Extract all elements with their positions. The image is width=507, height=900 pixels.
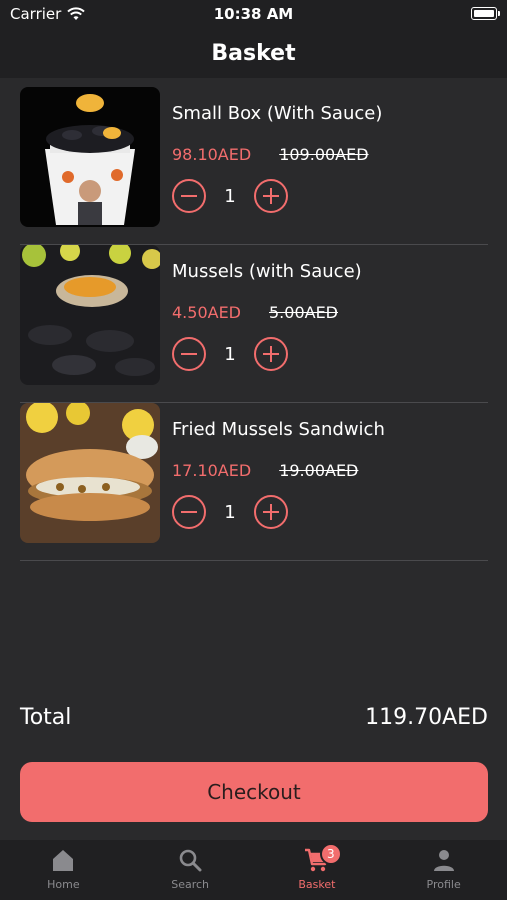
increase-quantity-button[interactable] bbox=[254, 179, 288, 213]
checkout-button[interactable]: Checkout bbox=[20, 762, 488, 822]
search-icon bbox=[179, 849, 202, 872]
total-value: 119.70AED bbox=[365, 705, 488, 730]
tab-label: Search bbox=[171, 878, 210, 891]
tab-basket[interactable]: 3 Basket bbox=[254, 840, 381, 900]
person-icon bbox=[433, 850, 454, 871]
decrease-quantity-button[interactable] bbox=[172, 337, 206, 371]
tab-bar: Home Search 3 Basket Profile bbox=[0, 840, 507, 900]
increase-quantity-button[interactable] bbox=[254, 495, 288, 529]
home-icon bbox=[53, 850, 74, 871]
tab-label: Home bbox=[47, 878, 80, 891]
item-original-price: 5.00AED bbox=[269, 303, 338, 322]
tab-profile[interactable]: Profile bbox=[380, 840, 507, 900]
item-price: 98.10AED bbox=[172, 145, 252, 164]
item-name: Mussels (with Sauce) bbox=[172, 261, 362, 282]
quantity-stepper: 1 bbox=[172, 495, 288, 529]
item-image-mussels bbox=[20, 245, 160, 385]
item-price: 17.10AED bbox=[172, 461, 252, 480]
cart-count-badge: 3 bbox=[319, 843, 342, 865]
status-time: 10:38 AM bbox=[213, 5, 294, 23]
quantity-stepper: 1 bbox=[172, 179, 288, 213]
basket-item: Small Box (With Sauce) 98.10AED 109.00AE… bbox=[20, 87, 488, 245]
total-row: Total 119.70AED bbox=[20, 705, 488, 730]
item-price: 4.50AED bbox=[172, 303, 241, 322]
tab-home[interactable]: Home bbox=[0, 840, 127, 900]
basket-list: Small Box (With Sauce) 98.10AED 109.00AE… bbox=[20, 87, 488, 561]
item-prices: 17.10AED 19.00AED bbox=[172, 461, 358, 480]
quantity-stepper: 1 bbox=[172, 337, 288, 371]
decrease-quantity-button[interactable] bbox=[172, 495, 206, 529]
item-original-price: 109.00AED bbox=[279, 145, 369, 164]
decrease-quantity-button[interactable] bbox=[172, 179, 206, 213]
item-image-sandwich bbox=[20, 403, 160, 543]
tab-search[interactable]: Search bbox=[127, 840, 254, 900]
increase-quantity-button[interactable] bbox=[254, 337, 288, 371]
tab-label: Profile bbox=[426, 878, 461, 891]
quantity-value: 1 bbox=[224, 343, 236, 365]
checkout-label: Checkout bbox=[207, 780, 301, 804]
item-prices: 4.50AED 5.00AED bbox=[172, 303, 338, 322]
item-prices: 98.10AED 109.00AED bbox=[172, 145, 369, 164]
item-original-price: 19.00AED bbox=[279, 461, 359, 480]
nav-bar: Basket bbox=[0, 28, 507, 78]
item-name: Fried Mussels Sandwich bbox=[172, 419, 385, 440]
quantity-value: 1 bbox=[224, 501, 236, 523]
total-label: Total bbox=[20, 705, 72, 730]
basket-item: Mussels (with Sauce) 4.50AED 5.00AED 1 bbox=[20, 245, 488, 403]
page-title: Basket bbox=[211, 40, 296, 66]
tab-label: Basket bbox=[298, 878, 336, 891]
status-bar: Carrier 10:38 AM bbox=[0, 0, 507, 28]
battery-icon bbox=[471, 7, 500, 20]
quantity-value: 1 bbox=[224, 185, 236, 207]
item-image-small-box bbox=[20, 87, 160, 227]
basket-item: Fried Mussels Sandwich 17.10AED 19.00AED… bbox=[20, 403, 488, 561]
item-name: Small Box (With Sauce) bbox=[172, 103, 383, 124]
